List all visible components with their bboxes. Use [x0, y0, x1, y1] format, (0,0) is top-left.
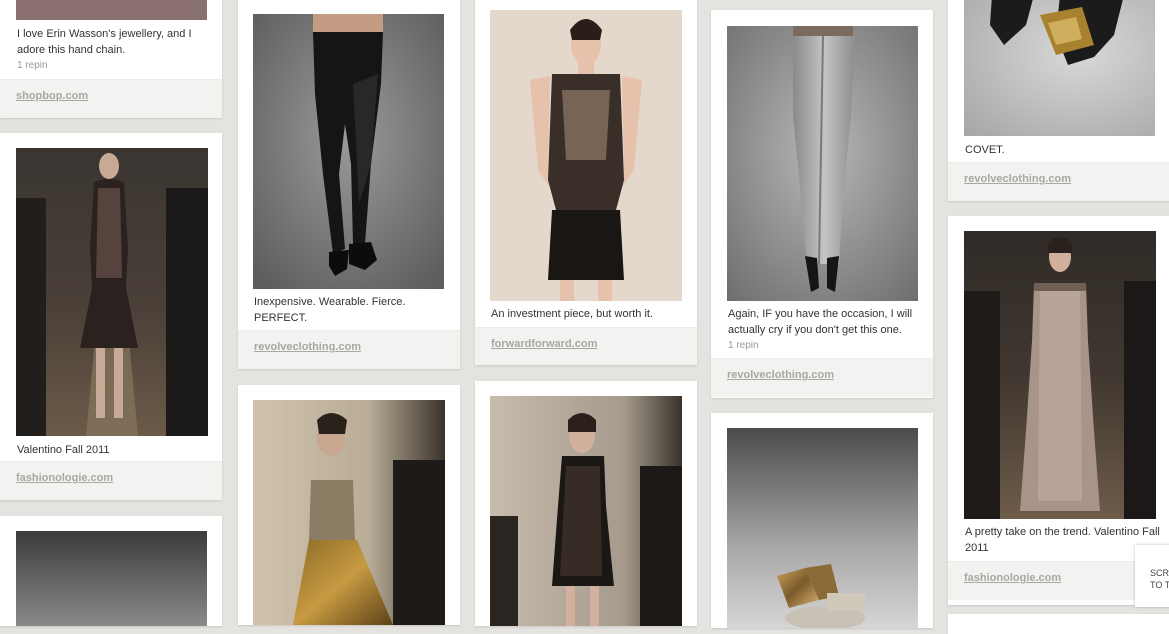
pin-source: revolveclothing.com: [948, 162, 1169, 201]
pin-source: revolveclothing.com: [711, 358, 933, 397]
pin-card[interactable]: [711, 413, 933, 628]
gold-stone-ring-photo: [727, 428, 918, 628]
repin-count: 1 repin: [17, 60, 48, 71]
pin-source: forwardforward.com: [475, 327, 697, 365]
runway-model-black-lace-dress-photo: [490, 396, 682, 626]
source-link[interactable]: revolveclothing.com: [254, 341, 361, 353]
runway-model-lace-dress-photo: [16, 148, 208, 436]
grey-draped-skirt-photo: [727, 26, 918, 301]
pin-card[interactable]: An investment piece, but worth it. forwa…: [475, 0, 697, 365]
pin-image[interactable]: [490, 10, 682, 301]
pin-card[interactable]: [238, 385, 460, 625]
pin-image[interactable]: [16, 148, 208, 436]
pin-card[interactable]: Inexpensive. Wearable. Fierce. PERFECT. …: [238, 0, 460, 369]
pin-image[interactable]: [964, 0, 1155, 136]
scroll-to-top-button[interactable]: SCR TO T: [1135, 545, 1169, 607]
pin-card[interactable]: COVET. revolveclothing.com: [948, 0, 1169, 201]
pin-image[interactable]: [253, 14, 444, 289]
scroll-to-top-label-line2: TO T: [1150, 580, 1169, 590]
pin-description: I love Erin Wasson's jewellery, and I ad…: [17, 28, 192, 56]
pin-description: COVET.: [965, 144, 1005, 156]
runway-model-long-lace-gown-photo: [964, 231, 1156, 519]
pin-image[interactable]: [727, 26, 918, 301]
pin-image[interactable]: [16, 0, 207, 20]
pin-source: revolveclothing.com: [238, 330, 460, 369]
repin-count: 1 repin: [728, 340, 759, 351]
gold-ring-on-hand-photo: [964, 0, 1155, 136]
pin-description: Inexpensive. Wearable. Fierce. PERFECT.: [254, 296, 406, 324]
pin-image[interactable]: [16, 531, 207, 626]
runway-model-gold-skirt-photo: [253, 400, 445, 625]
source-link[interactable]: fashionologie.com: [964, 572, 1061, 584]
pin-card[interactable]: [948, 614, 1169, 634]
pin-image[interactable]: [727, 428, 918, 628]
pin-card[interactable]: Valentino Fall 2011 fashionologie.com: [0, 133, 222, 500]
source-link[interactable]: forwardforward.com: [491, 338, 597, 350]
black-leggings-photo: [253, 14, 444, 289]
pin-card[interactable]: [0, 516, 222, 626]
pin-image[interactable]: [964, 231, 1156, 519]
pin-description: Valentino Fall 2011: [17, 444, 110, 456]
pin-source: shopbop.com: [0, 79, 222, 118]
source-link[interactable]: fashionologie.com: [16, 472, 113, 484]
pin-card[interactable]: [475, 381, 697, 626]
pin-description: An investment piece, but worth it.: [491, 308, 654, 320]
pin-source: fashionologie.com: [0, 461, 222, 500]
sheer-black-dress-photo: [490, 10, 682, 301]
source-link[interactable]: revolveclothing.com: [727, 369, 834, 381]
pin-card[interactable]: Again, IF you have the occasion, I will …: [711, 10, 933, 398]
pin-image[interactable]: [490, 396, 682, 626]
grey-product-photo: [16, 531, 207, 626]
source-link[interactable]: shopbop.com: [16, 90, 88, 102]
source-link[interactable]: revolveclothing.com: [964, 173, 1071, 185]
pin-description: A pretty take on the trend. Valentino Fa…: [965, 526, 1160, 554]
scroll-to-top-label-line1: SCR: [1150, 568, 1169, 578]
pin-card[interactable]: I love Erin Wasson's jewellery, and I ad…: [0, 0, 222, 118]
pin-description: Again, IF you have the occasion, I will …: [728, 308, 913, 336]
pin-image[interactable]: [253, 400, 445, 625]
